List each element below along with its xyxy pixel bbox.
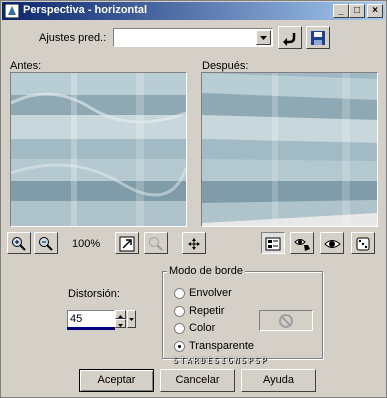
distortion-input[interactable]: 45 [67, 310, 115, 328]
increment-button[interactable] [115, 310, 126, 319]
chevron-down-icon[interactable] [256, 30, 271, 45]
preview-layout-icon [265, 237, 281, 251]
presets-dropdown[interactable] [113, 28, 273, 47]
before-label: Antes: [10, 60, 42, 72]
radio-color[interactable] [174, 323, 185, 334]
after-image [202, 73, 377, 226]
option-color-label: Color [189, 322, 216, 334]
dice-icon [356, 237, 370, 251]
zoom-actual-icon [149, 237, 163, 251]
radio-wrap[interactable] [174, 288, 185, 299]
after-preview [201, 72, 378, 227]
proof-button[interactable] [290, 232, 314, 254]
pan-button[interactable] [182, 232, 206, 254]
option-wrap-label: Envolver [189, 287, 232, 299]
distortion-slider[interactable] [67, 327, 115, 330]
minimize-button[interactable]: _ [333, 4, 349, 18]
zoom-in-icon [12, 237, 26, 251]
edge-mode-label: Modo de borde [167, 265, 245, 277]
zoom-level: 100% [72, 238, 101, 250]
cancel-button[interactable]: Cancelar [160, 369, 235, 392]
title-bar: Perspectiva - horizontal _ □ × [2, 2, 385, 20]
floppy-disk-icon [311, 31, 325, 45]
edge-color-swatch[interactable] [259, 310, 313, 331]
reset-arrow-icon [283, 33, 296, 46]
zoom-actual-button[interactable] [144, 232, 168, 254]
zoom-in-button[interactable] [7, 232, 31, 254]
window-title: Perspectiva - horizontal [23, 4, 148, 16]
presets-label: Ajustes pred.: [39, 32, 107, 44]
maximize-button[interactable]: □ [349, 4, 365, 18]
arrow-down-icon [118, 324, 123, 327]
move-icon [188, 238, 200, 250]
save-preset-button[interactable] [306, 26, 330, 49]
before-preview [10, 72, 187, 227]
decrement-button[interactable] [115, 319, 126, 328]
no-color-icon [279, 314, 293, 328]
ok-button[interactable]: Aceptar [79, 369, 154, 392]
watermark: STARDESIGNSPSP [173, 356, 269, 365]
chevron-down-icon [129, 318, 134, 321]
reset-button[interactable] [278, 26, 302, 49]
auto-proof-button[interactable] [320, 232, 344, 254]
zoom-out-button[interactable] [34, 232, 58, 254]
fit-preview-button[interactable] [115, 232, 139, 254]
close-button[interactable]: × [367, 4, 383, 18]
eye-hand-icon [294, 239, 310, 251]
option-repeat-label: Repetir [189, 305, 225, 317]
before-image [11, 73, 186, 226]
app-icon [5, 4, 19, 18]
slider-popout-button[interactable] [127, 310, 136, 328]
eye-icon [324, 240, 341, 248]
toggle-preview-button[interactable] [261, 232, 285, 254]
dialog-window: Perspectiva - horizontal _ □ × Ajustes p… [0, 0, 387, 398]
help-button[interactable]: Ayuda [241, 369, 316, 392]
distortion-label: Distorsión: [68, 288, 120, 300]
distortion-value: 45 [70, 313, 83, 325]
randomize-button[interactable] [351, 232, 375, 254]
after-label: Después: [202, 60, 249, 72]
option-transparent-label: Transparente [189, 340, 255, 352]
zoom-out-icon [39, 237, 53, 251]
fit-window-icon [119, 236, 135, 252]
radio-transparent[interactable] [174, 341, 185, 352]
radio-repeat[interactable] [174, 306, 185, 317]
